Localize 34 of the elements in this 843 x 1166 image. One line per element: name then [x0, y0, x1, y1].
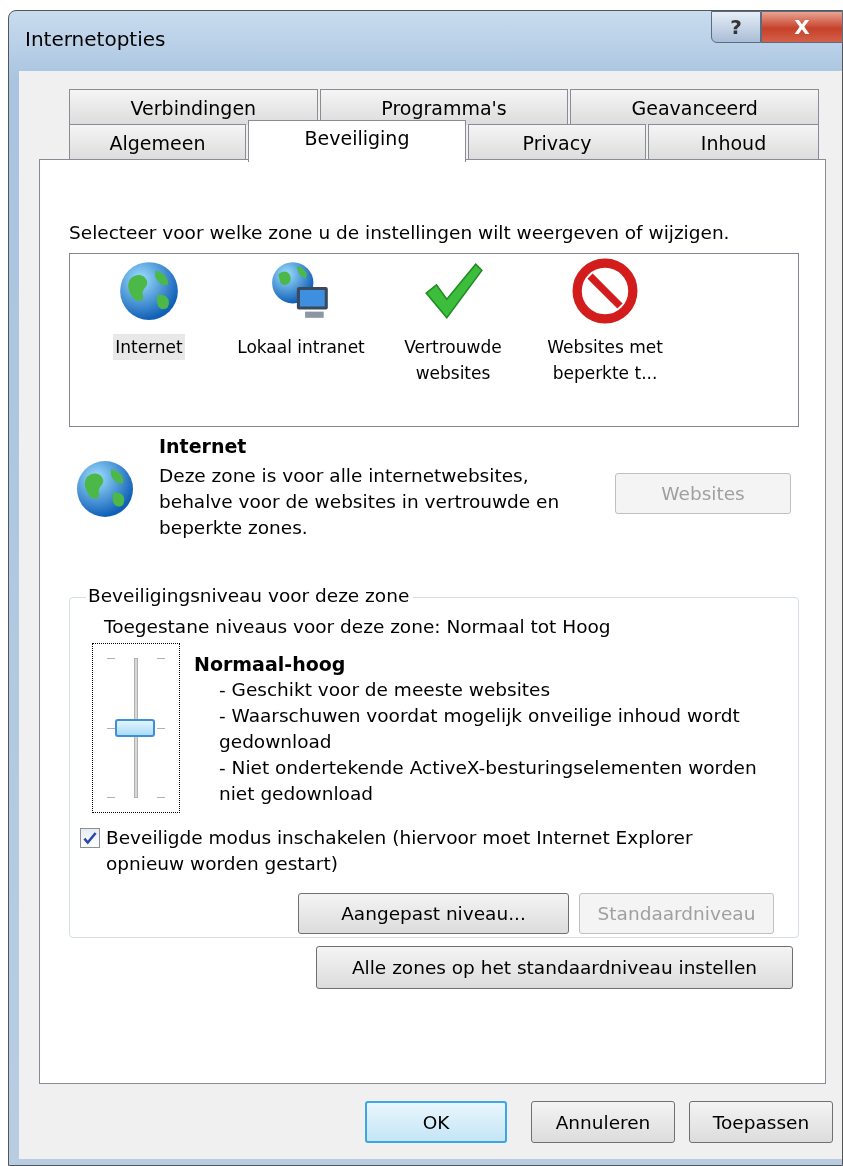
zone-item[interactable]: Websites met beperkte t... [538, 334, 672, 386]
reset-zones-button[interactable]: Alle zones op het standaardniveau instellen [316, 946, 793, 989]
help-button[interactable]: ? [711, 11, 761, 43]
level-description: - Niet ondertekende ActiveX-besturingselementen worden niet gedownload [218, 756, 758, 806]
tab[interactable]: Privacy [468, 124, 646, 160]
no-entry-icon [572, 258, 638, 324]
group-legend: Beveiligingsniveau voor deze zone [86, 585, 414, 606]
level-name: Normaal-hoog [194, 652, 347, 677]
checkbox-label: Beveiligde modus inschakelen (hiervoor moet Internet Explorer opnieuw worden gestart) [106, 826, 694, 876]
tab[interactable]: Programma's [319, 89, 569, 125]
level-slider[interactable] [92, 643, 180, 813]
zone-item[interactable]: Lokaal intranet [235, 334, 367, 360]
zone-item[interactable]: Vertrouwde websites [386, 334, 520, 386]
tab[interactable]: Beveiliging [248, 120, 466, 162]
tab[interactable]: Geavanceerd [570, 89, 819, 125]
allowed-levels-text: Toegestane niveaus voor deze zone: Normaal tot Hoog [104, 616, 612, 637]
ok-button[interactable]: OK [365, 1101, 507, 1143]
zone-title: Internet [159, 434, 248, 459]
level-description: - Geschikt voor de meeste websites [218, 678, 552, 702]
window-title: Internetopties [25, 27, 166, 51]
instruction-text: Selecteer voor welke zone u de instellingen wilt weergeven of wijzigen. [69, 222, 731, 243]
zone-description: Deze zone is voor alle internetwebsites, behalve voor de websites in vertrouwde en beperkte zones. [159, 464, 561, 540]
tab[interactable]: Algemeen [69, 124, 246, 160]
close-button[interactable]: X [761, 11, 843, 43]
slider-thumb[interactable] [115, 719, 155, 737]
tab[interactable]: Inhoud [648, 124, 819, 160]
zone-item[interactable]: Internet [113, 334, 185, 360]
checkbox[interactable] [80, 828, 100, 848]
check-icon [81, 829, 99, 847]
cancel-button[interactable]: Annuleren [531, 1101, 675, 1143]
tab[interactable]: Verbindingen [69, 89, 318, 125]
level-description: - Waarschuwen voordat mogelijk onveilige inhoud wordt gedownload [218, 704, 741, 754]
custom-level-button[interactable]: Aangepast niveau... [298, 893, 569, 934]
apply-button[interactable]: Toepassen [689, 1101, 833, 1143]
